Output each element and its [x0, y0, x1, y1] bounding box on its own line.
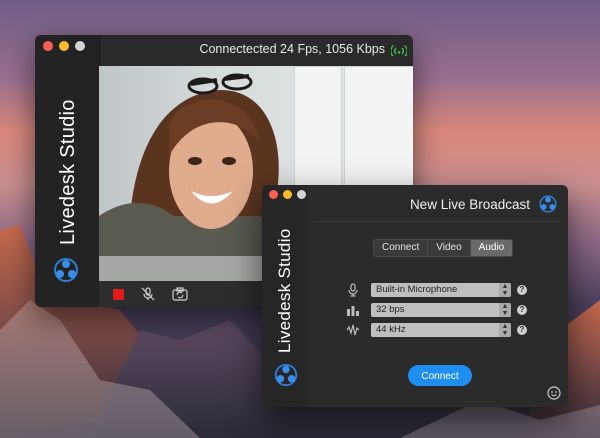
audio-source-row: Built-in Microphone ▲ ▼ ? [346, 283, 527, 297]
chevron-updown-icon: ▲ ▼ [499, 323, 511, 337]
connect-button[interactable]: Connect [408, 365, 472, 386]
bitrate-icon [347, 306, 359, 316]
camera-switch-icon[interactable] [172, 287, 188, 301]
mic-muted-icon[interactable] [140, 287, 156, 301]
settings-tabs: Connect Video Audio [373, 239, 514, 257]
close-button[interactable] [43, 41, 53, 51]
bitrate-value: 32 bps [376, 304, 405, 315]
audio-source-help-button[interactable]: ? [517, 285, 527, 295]
zoom-button[interactable] [75, 41, 85, 51]
window-title: New Live Broadcast [409, 197, 530, 212]
window-controls [43, 41, 85, 51]
close-button[interactable] [269, 190, 278, 199]
connection-status: Connectected 24 Fps, 1056 Kbps [99, 35, 413, 63]
title-divider [314, 221, 560, 222]
frequency-value: 44 kHz [376, 324, 406, 335]
broadcast-sidebar: Livedesk Studio [262, 185, 308, 407]
app-brand: Livedesk Studio [57, 99, 79, 245]
main-sidebar: Livedesk Studio [35, 35, 100, 307]
connection-status-text: Connectected 24 Fps, 1056 Kbps [199, 42, 385, 56]
audio-source-value: Built-in Microphone [376, 284, 458, 295]
app-logo-icon [54, 258, 78, 282]
broadcast-window: Livedesk Studio New Live Broadcast Conne… [262, 185, 568, 407]
tab-connect[interactable]: Connect [374, 240, 429, 256]
app-logo-icon [274, 363, 298, 387]
frequency-help-button[interactable]: ? [517, 325, 527, 335]
minimize-button[interactable] [59, 41, 69, 51]
frequency-select[interactable]: 44 kHz ▲ ▼ [371, 323, 511, 337]
window-controls [269, 190, 306, 199]
frequency-icon [346, 324, 360, 336]
stop-record-button[interactable] [113, 288, 124, 300]
zoom-button[interactable] [297, 190, 306, 199]
bitrate-row: 32 bps ▲ ▼ ? [346, 303, 527, 317]
microphone-icon [348, 283, 358, 297]
frequency-row: 44 kHz ▲ ▼ ? [346, 323, 527, 337]
bitrate-help-button[interactable]: ? [517, 305, 527, 315]
broadcast-logo-icon [539, 195, 557, 213]
support-icon[interactable] [547, 386, 561, 400]
app-brand: Livedesk Studio [275, 228, 294, 353]
chevron-updown-icon: ▲ ▼ [499, 303, 511, 317]
audio-source-select[interactable]: Built-in Microphone ▲ ▼ [371, 283, 511, 297]
signal-icon [391, 44, 407, 56]
tab-video[interactable]: Video [428, 240, 471, 256]
bitrate-select[interactable]: 32 bps ▲ ▼ [371, 303, 511, 317]
minimize-button[interactable] [283, 190, 292, 199]
tab-audio[interactable]: Audio [470, 240, 513, 256]
chevron-updown-icon: ▲ ▼ [499, 283, 511, 297]
